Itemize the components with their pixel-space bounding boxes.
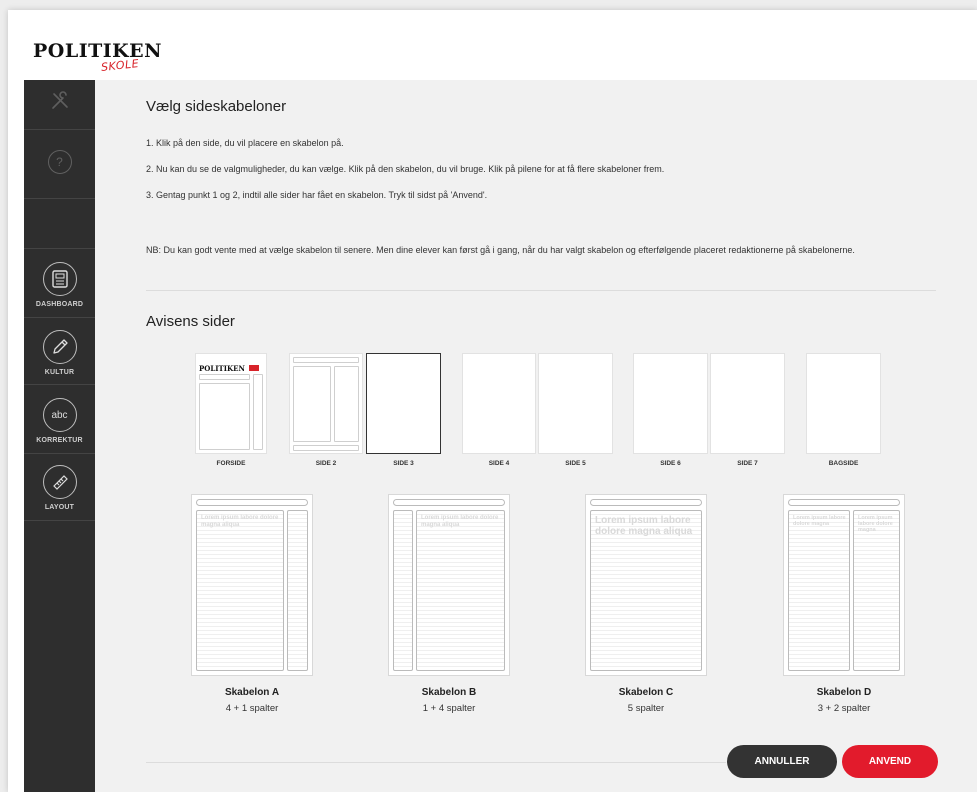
template-name: Skabelon C	[618, 687, 674, 698]
template-name: Skabelon A	[224, 687, 280, 698]
template-header-bar	[590, 499, 702, 506]
dashboard-icon	[42, 262, 77, 296]
layout-block	[334, 366, 359, 442]
page-label: SIDE 7	[737, 460, 758, 467]
template-description: 3 + 2 spalter	[817, 703, 871, 714]
page-thumb-side-2[interactable]	[289, 353, 363, 454]
sidebar-item-dashboard[interactable]: DASHBOARD	[24, 262, 95, 308]
page-thumb-side-3[interactable]	[366, 353, 441, 454]
divider	[146, 290, 936, 291]
sidebar-item-tools[interactable]	[24, 90, 95, 117]
layout-block	[293, 366, 331, 442]
section-title: Avisens sider	[146, 313, 235, 330]
main-content: Vælg sideskabeloner 1. Klik på den side,…	[95, 80, 977, 792]
template-filler-text: Lorem ipsum labore dolore magna aliqua	[421, 515, 499, 528]
layout-block	[199, 374, 250, 380]
sidebar-divider	[24, 453, 95, 454]
page-thumb-side-6[interactable]	[633, 353, 708, 454]
sidebar-divider	[24, 317, 95, 318]
sidebar: ? DASHBOARD KULTUR abc KORREKTUR LAYOUT	[24, 80, 95, 792]
sidebar-item-korrektur[interactable]: abc KORREKTUR	[24, 398, 95, 444]
template-column: Lorem ipsum labore dolore magna	[788, 510, 850, 671]
cancel-button[interactable]: ANNULLER	[727, 745, 837, 778]
politiken-skole-logo[interactable]: POLITIKEN SKOLE	[33, 40, 162, 74]
template-header-bar	[196, 499, 308, 506]
page-label: SIDE 4	[488, 460, 510, 467]
layout-block	[199, 383, 250, 450]
page-label: SIDE 6	[660, 460, 681, 467]
layout-block	[293, 357, 359, 363]
sidebar-item-layout[interactable]: LAYOUT	[24, 465, 95, 511]
template-column	[393, 510, 413, 671]
template-card-a[interactable]: Lorem ipsum labore dolore magna aliqua	[191, 494, 313, 676]
page-label: BAGSIDE	[828, 460, 859, 467]
template-card-b[interactable]: Lorem ipsum labore dolore magna aliqua	[388, 494, 510, 676]
template-card-d[interactable]: Lorem ipsum labore dolore magna Lorem ip…	[783, 494, 905, 676]
template-name: Skabelon D	[816, 687, 872, 698]
apply-button[interactable]: ANVEND	[842, 745, 938, 778]
template-description: 5 spalter	[627, 703, 665, 714]
sidebar-item-kultur[interactable]: KULTUR	[24, 330, 95, 376]
page-thumb-side-7[interactable]	[710, 353, 785, 454]
page-label: SIDE 5	[565, 460, 586, 467]
help-icon: ?	[47, 150, 72, 174]
forside-logo: POLITIKEN	[199, 364, 245, 373]
template-filler-text: Lorem ipsum labore dolore magna	[793, 515, 846, 528]
page-title: Vælg sideskabeloner	[146, 98, 287, 115]
template-column: Lorem ipsum labore dolore magna aliqua	[590, 510, 702, 671]
sidebar-item-label: KULTUR	[44, 369, 75, 376]
tools-icon	[49, 90, 71, 117]
template-column: Lorem ipsum labore dolore magna aliqua	[196, 510, 284, 671]
page-thumb-side-4[interactable]	[462, 353, 536, 454]
template-column	[287, 510, 308, 671]
sidebar-item-label: DASHBOARD	[35, 301, 84, 308]
logo-text: POLITIKEN	[33, 40, 162, 62]
page-label: FORSIDE	[216, 460, 246, 467]
sidebar-divider	[24, 248, 95, 249]
app-window: POLITIKEN SKOLE ? DASHBOARD KULTUR abc K…	[8, 10, 977, 792]
template-filler-text: Lorem ipsum labore dolore magna aliqua	[201, 515, 279, 528]
instruction-step-3: 3. Gentag punkt 1 og 2, indtil alle side…	[146, 190, 488, 200]
top-bar: POLITIKEN SKOLE	[8, 10, 977, 80]
page-thumb-side-5[interactable]	[538, 353, 613, 454]
page-label: SIDE 2	[315, 460, 337, 467]
template-header-bar	[788, 499, 900, 506]
page-label: SIDE 3	[393, 460, 414, 467]
instruction-step-2: 2. Nu kan du se de valgmuligheder, du ka…	[146, 164, 665, 174]
forside-red-tag	[249, 365, 259, 371]
layout-block	[253, 374, 263, 450]
sidebar-item-label: LAYOUT	[44, 504, 75, 511]
template-header-bar	[393, 499, 505, 506]
template-card-c[interactable]: Lorem ipsum labore dolore magna aliqua	[585, 494, 707, 676]
template-description: 4 + 1 spalter	[225, 703, 279, 714]
sidebar-divider	[24, 129, 95, 130]
page-thumb-bagside[interactable]	[806, 353, 881, 454]
template-column: Lorem ipsum labore dolore magna	[853, 510, 900, 671]
logo-subtext: SKOLE	[100, 57, 140, 74]
pencil-icon	[42, 330, 77, 364]
divider	[146, 762, 726, 763]
ruler-icon	[42, 465, 77, 499]
sidebar-divider	[24, 384, 95, 385]
template-name: Skabelon B	[421, 687, 477, 698]
spellcheck-icon: abc	[42, 398, 77, 432]
template-filler-text: Lorem ipsum labore dolore magna aliqua	[595, 515, 693, 537]
instruction-step-1: 1. Klik på den side, du vil placere en s…	[146, 138, 344, 148]
page-thumb-forside[interactable]: POLITIKEN	[195, 353, 267, 454]
sidebar-divider	[24, 198, 95, 199]
sidebar-item-label: KORREKTUR	[36, 437, 83, 444]
sidebar-item-help[interactable]: ?	[24, 150, 95, 174]
sidebar-divider	[24, 520, 95, 521]
template-filler-text: Lorem ipsum labore dolore magna	[858, 515, 893, 534]
instruction-note: NB: Du kan godt vente med at vælge skabe…	[146, 245, 855, 255]
template-column: Lorem ipsum labore dolore magna aliqua	[416, 510, 505, 671]
layout-block	[293, 445, 359, 451]
template-description: 1 + 4 spalter	[422, 703, 476, 714]
